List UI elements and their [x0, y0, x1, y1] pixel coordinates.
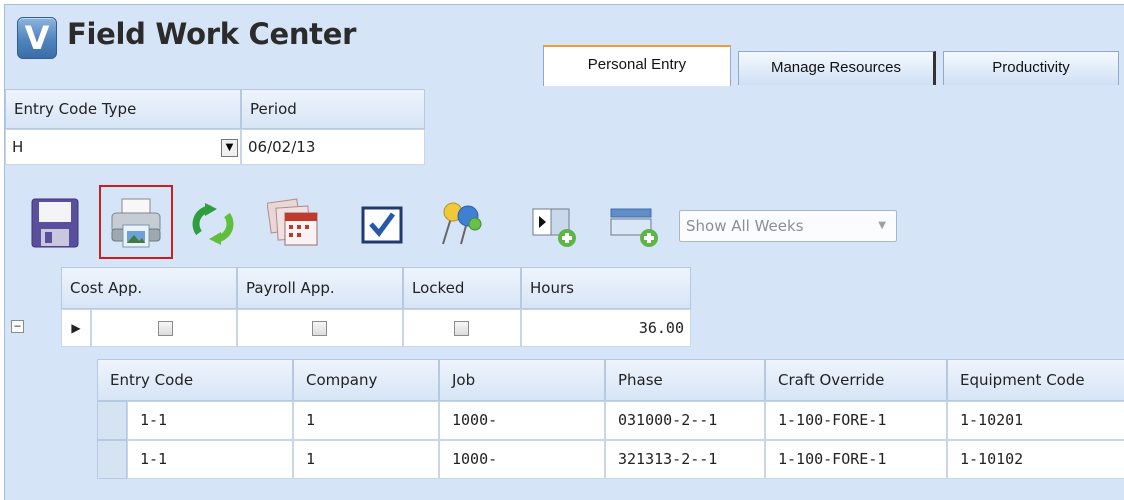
cell-phase[interactable]: 031000-2--1 [605, 401, 765, 440]
tab-productivity[interactable]: Productivity [943, 51, 1119, 85]
period-value: 06/02/13 [248, 138, 316, 156]
cell-craft-override[interactable]: 1-100-FORE-1 [765, 401, 947, 440]
cell-entry-code[interactable]: 1-1 [127, 440, 293, 479]
entry-code-type-select[interactable]: H ▼ [5, 129, 241, 165]
entry-code-type-header: Entry Code Type [5, 89, 241, 129]
col-job[interactable]: Job [439, 359, 605, 401]
refresh-icon[interactable] [191, 203, 235, 245]
field-work-center-window: V Field Work Center Personal Entry Manag… [4, 4, 1124, 500]
app-logo: V [17, 17, 57, 59]
hours-cell[interactable]: 36.00 [521, 309, 691, 347]
cell-craft-override[interactable]: 1-100-FORE-1 [765, 440, 947, 479]
col-hours[interactable]: Hours [521, 267, 691, 309]
calendar-icon[interactable] [267, 197, 321, 247]
row-selector[interactable] [97, 440, 127, 479]
row-selector-arrow-icon[interactable]: ▶ [61, 309, 91, 347]
app-title: Field Work Center [67, 17, 357, 51]
col-craft-override[interactable]: Craft Override [765, 359, 947, 401]
col-company[interactable]: Company [293, 359, 439, 401]
col-phase[interactable]: Phase [605, 359, 765, 401]
print-selection-outline [99, 185, 173, 259]
add-row-icon[interactable] [609, 205, 661, 249]
cell-company[interactable]: 1 [293, 401, 439, 440]
row-selector[interactable] [97, 401, 127, 440]
chevron-down-icon[interactable]: ▼ [878, 211, 886, 241]
entry-code-type-value: H [12, 138, 24, 156]
checkbox-approve-icon[interactable] [361, 206, 403, 244]
add-column-icon[interactable] [531, 205, 579, 249]
collapse-icon[interactable]: − [11, 320, 24, 333]
save-icon[interactable] [31, 198, 79, 248]
cell-equipment-code[interactable]: 1-10102 [947, 440, 1124, 479]
filter-grid: Entry Code Type Period H ▼ 06/02/13 [5, 89, 425, 173]
tab-personal-entry[interactable]: Personal Entry [543, 45, 731, 86]
col-cost-app[interactable]: Cost App. [61, 267, 237, 309]
cell-entry-code[interactable]: 1-1 [127, 401, 293, 440]
cell-job[interactable]: 1000- [439, 401, 605, 440]
cell-company[interactable]: 1 [293, 440, 439, 479]
col-entry-code[interactable]: Entry Code [97, 359, 293, 401]
cost-app-checkbox[interactable] [158, 321, 173, 336]
payroll-app-cell [237, 309, 403, 347]
cell-phase[interactable]: 321313-2--1 [605, 440, 765, 479]
cell-job[interactable]: 1000- [439, 440, 605, 479]
locked-checkbox[interactable] [454, 321, 469, 336]
period-header: Period [241, 89, 425, 129]
locked-cell [403, 309, 521, 347]
col-payroll-app[interactable]: Payroll App. [237, 267, 403, 309]
cost-app-cell [91, 309, 237, 347]
col-equipment-code[interactable]: Equipment Code [947, 359, 1124, 401]
chevron-down-icon[interactable]: ▼ [221, 139, 238, 157]
cell-equipment-code[interactable]: 1-10201 [947, 401, 1124, 440]
col-locked[interactable]: Locked [403, 267, 521, 309]
week-filter-value: Show All Weeks [686, 217, 804, 235]
week-filter-dropdown[interactable]: Show All Weeks ▼ [679, 210, 897, 242]
tab-manage-resources[interactable]: Manage Resources [738, 51, 936, 85]
pushpin-icon[interactable] [437, 198, 483, 248]
period-field[interactable]: 06/02/13 [241, 129, 425, 165]
payroll-app-checkbox[interactable] [312, 321, 327, 336]
